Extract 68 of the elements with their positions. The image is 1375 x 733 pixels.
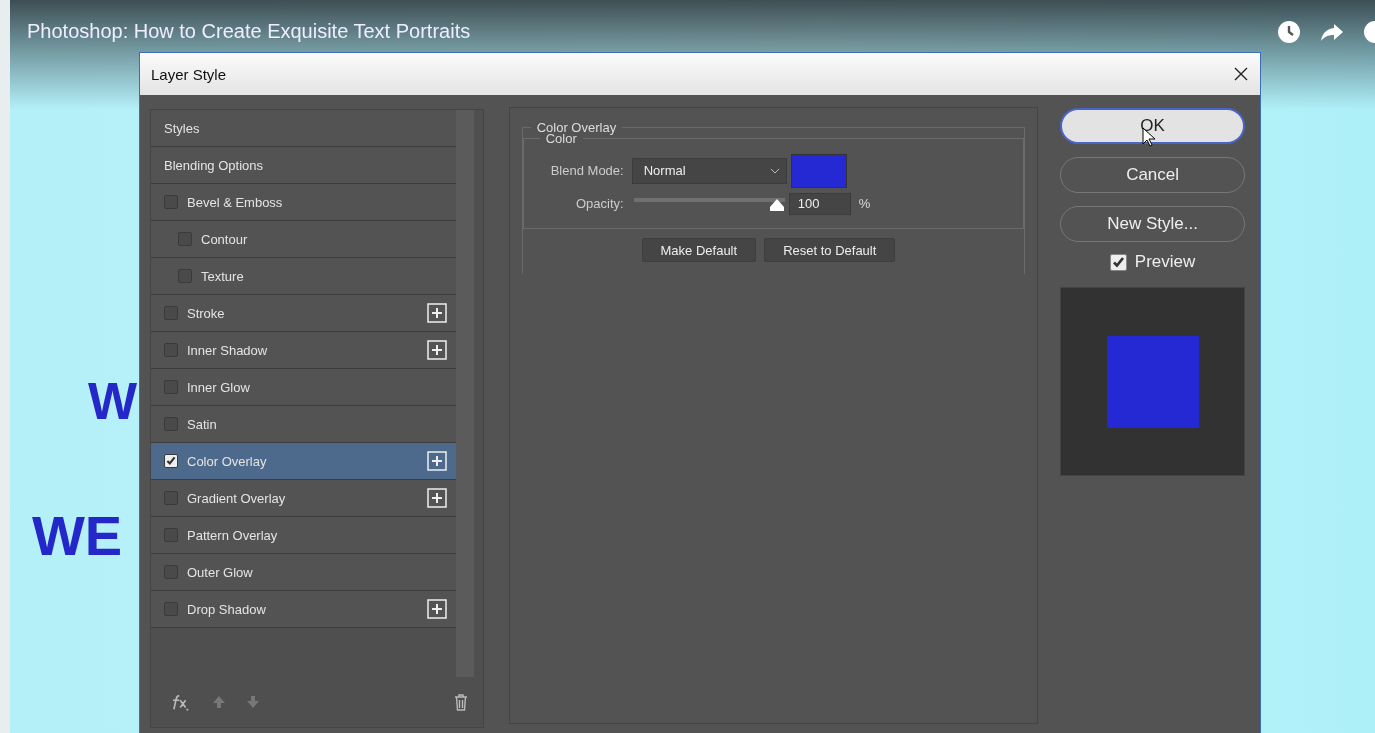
panel-button[interactable]: Reset to Default: [764, 238, 896, 262]
checkbox[interactable]: [164, 306, 178, 320]
checkbox[interactable]: [178, 269, 192, 283]
style-item[interactable]: Blending Options: [151, 147, 456, 184]
blend-mode-dropdown[interactable]: Normal: [631, 157, 787, 184]
field-label: Opacity:: [575, 196, 624, 211]
chevron-icon: [769, 167, 780, 174]
color-swatch[interactable]: [790, 153, 847, 188]
style-label: Styles: [164, 120, 200, 136]
dialog-title: Layer Style: [151, 65, 227, 83]
panel-button[interactable]: Make Default: [641, 238, 757, 262]
checkbox[interactable]: [178, 232, 192, 246]
style-label: Gradient Overlay: [187, 490, 286, 506]
style-label: Satin: [187, 416, 217, 432]
style-item[interactable]: Gradient Overlay: [151, 480, 456, 517]
checkbox[interactable]: [164, 454, 178, 468]
add-icon[interactable]: [427, 488, 447, 508]
add-icon[interactable]: [427, 303, 447, 323]
style-label: Inner Shadow: [187, 342, 268, 358]
dialog-button[interactable]: OK: [1060, 108, 1245, 144]
style-item[interactable]: Pattern Overlay: [151, 517, 456, 554]
style-item[interactable]: Stroke: [151, 295, 456, 332]
checkbox[interactable]: [164, 417, 178, 431]
style-item[interactable]: Color Overlay: [151, 443, 456, 480]
checkbox[interactable]: [1109, 253, 1127, 271]
style-label: Bevel & Emboss: [187, 194, 283, 210]
style-label: Contour: [201, 231, 248, 247]
dialog-button[interactable]: New Style...: [1060, 206, 1245, 242]
slider-thumb[interactable]: [768, 197, 785, 212]
style-item[interactable]: Inner Shadow: [151, 332, 456, 369]
style-item[interactable]: Styles: [151, 110, 456, 147]
style-label: Color Overlay: [187, 453, 267, 469]
canvas-text: WE: [32, 508, 123, 564]
add-icon[interactable]: [427, 340, 447, 360]
checkbox[interactable]: [164, 491, 178, 505]
style-item[interactable]: Contour: [151, 221, 456, 258]
checkbox[interactable]: [164, 602, 178, 616]
opacity-field[interactable]: 100: [788, 192, 851, 215]
style-label: Blending Options: [164, 157, 263, 173]
style-item[interactable]: Satin: [151, 406, 456, 443]
add-icon[interactable]: [427, 451, 447, 471]
add-icon[interactable]: [427, 599, 447, 619]
unit-label: %: [858, 196, 871, 211]
video-title[interactable]: Photoshop: How to Create Exquisite Text Portraits: [27, 20, 471, 43]
clock-icon[interactable]: [1277, 20, 1301, 44]
style-label: Pattern Overlay: [187, 527, 278, 543]
style-item[interactable]: Texture: [151, 258, 456, 295]
style-item[interactable]: Bevel & Emboss: [151, 184, 456, 221]
style-label: Drop Shadow: [187, 601, 266, 617]
checkbox[interactable]: [164, 380, 178, 394]
style-label: Texture: [201, 268, 244, 284]
canvas-text: W: [88, 375, 138, 427]
checkbox[interactable]: [164, 195, 178, 209]
checkbox[interactable]: [164, 528, 178, 542]
style-label: Inner Glow: [187, 379, 250, 395]
trash-icon[interactable]: [452, 693, 469, 711]
field-label: Blend Mode:: [549, 163, 624, 178]
style-label: Stroke: [187, 305, 225, 321]
preview-label: Preview: [1134, 252, 1196, 272]
scrollbar[interactable]: [456, 110, 474, 677]
style-item[interactable]: Inner Glow: [151, 369, 456, 406]
dialog-button[interactable]: Cancel: [1060, 157, 1245, 193]
checkbox[interactable]: [164, 343, 178, 357]
style-label: Outer Glow: [187, 564, 253, 580]
close-icon[interactable]: [1234, 67, 1248, 81]
style-item[interactable]: Outer Glow: [151, 554, 456, 591]
checkbox[interactable]: [164, 565, 178, 579]
style-item[interactable]: Drop Shadow: [151, 591, 456, 628]
